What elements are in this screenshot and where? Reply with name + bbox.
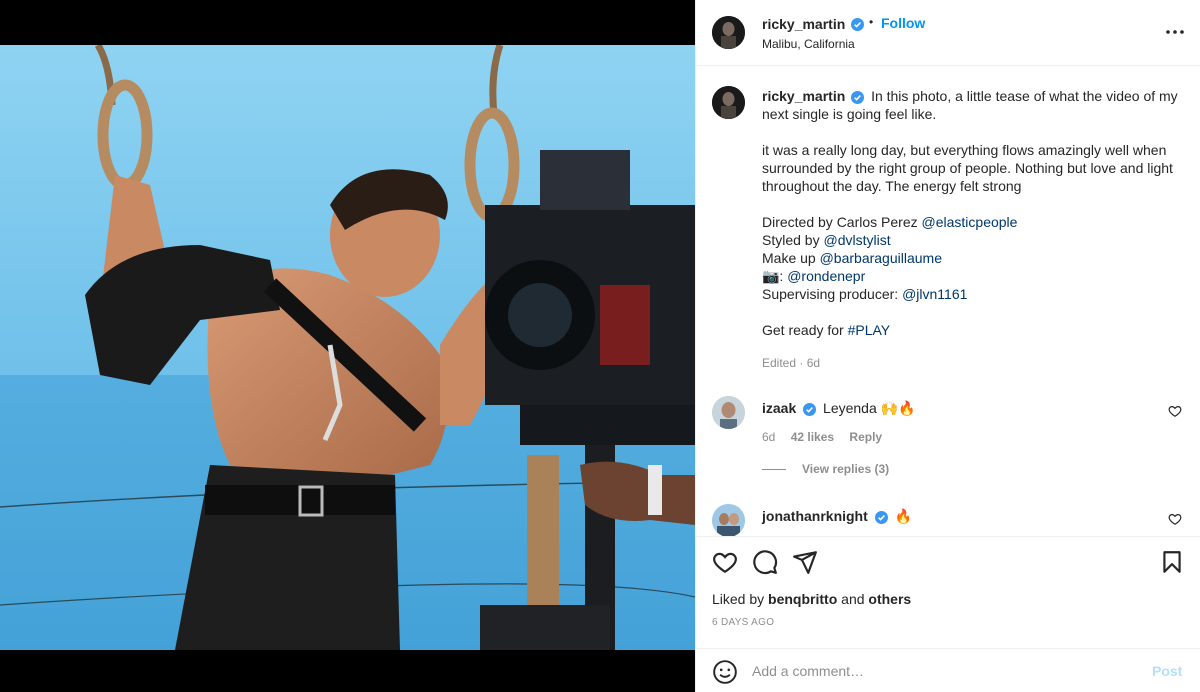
caption-author-avatar[interactable] bbox=[712, 86, 745, 119]
post-side-panel: ricky_martin • Follow Malibu, California… bbox=[695, 0, 1200, 692]
post-actions: Liked by benqbritto and others 6 DAYS AG… bbox=[696, 536, 1200, 656]
comment-body: 🔥 bbox=[894, 508, 912, 524]
media-letterbox-top bbox=[0, 0, 695, 45]
separator-dot: • bbox=[869, 15, 874, 29]
more-options-icon[interactable] bbox=[1164, 24, 1186, 40]
caption-closing: Get ready for #PLAY bbox=[762, 322, 891, 338]
credit-line: Supervising producer: @jlvn1161 bbox=[762, 286, 968, 302]
post-timestamp: 6 DAYS AGO bbox=[712, 617, 775, 628]
post-comment-button[interactable]: Post bbox=[1152, 663, 1182, 679]
heart-icon[interactable] bbox=[712, 549, 738, 575]
comment-meta: 6d 42 likes Reply bbox=[762, 430, 894, 444]
comment-input[interactable] bbox=[752, 659, 1142, 683]
verified-badge-icon bbox=[803, 402, 817, 416]
caption-paragraph-2: it was a really long day, but everything… bbox=[762, 142, 1173, 194]
verified-badge-icon bbox=[851, 90, 865, 104]
caption-author-username[interactable]: ricky_martin bbox=[762, 88, 845, 104]
share-icon[interactable] bbox=[792, 549, 818, 575]
verified-badge-icon bbox=[851, 18, 864, 31]
credit-line: Make up @barbaraguillaume bbox=[762, 250, 942, 266]
credit-line: Styled by @dvlstylist bbox=[762, 232, 891, 248]
follow-button[interactable]: Follow bbox=[881, 15, 925, 31]
verified-badge-icon bbox=[874, 510, 888, 524]
caption-text: ricky_martin In this photo, a little tea… bbox=[762, 87, 1182, 339]
comment-text: jonathanrknight 🔥 bbox=[762, 508, 912, 525]
hashtag-link[interactable]: #PLAY bbox=[848, 322, 891, 338]
comment-body: Leyenda 🙌🔥 bbox=[823, 400, 916, 416]
comment-text: izaak Leyenda 🙌🔥 bbox=[762, 400, 916, 417]
mention-link[interactable]: @elasticpeople bbox=[922, 214, 1018, 230]
commenter-username[interactable]: jonathanrknight bbox=[762, 508, 868, 524]
comment-likes[interactable]: 42 likes bbox=[791, 430, 834, 444]
replies-divider bbox=[762, 469, 786, 471]
post-modal: ricky_martin • Follow Malibu, California… bbox=[0, 0, 1200, 692]
media-letterbox-bottom bbox=[0, 650, 695, 692]
comment-icon[interactable] bbox=[752, 549, 778, 575]
credit-line: 📷: @rondenepr bbox=[762, 268, 866, 284]
mention-link[interactable]: @rondenepr bbox=[787, 268, 865, 284]
comment-age: 6d bbox=[762, 430, 776, 444]
edited-timestamp: Edited · 6d bbox=[762, 356, 821, 370]
view-replies-button[interactable]: View replies (3) bbox=[762, 462, 889, 476]
credit-line: Directed by Carlos Perez @elasticpeople bbox=[762, 214, 1018, 230]
author-avatar[interactable] bbox=[712, 16, 745, 49]
liked-by-user[interactable]: benqbritto bbox=[768, 591, 837, 607]
mention-link[interactable]: @jlvn1161 bbox=[902, 286, 967, 302]
add-comment-bar: Post bbox=[696, 648, 1200, 692]
post-location[interactable]: Malibu, California bbox=[762, 37, 855, 51]
comment-like-heart-icon[interactable] bbox=[1168, 512, 1182, 526]
bookmark-icon[interactable] bbox=[1159, 549, 1185, 575]
liked-by-line: Liked by benqbritto and others bbox=[712, 591, 912, 607]
liked-by-others[interactable]: others bbox=[868, 591, 911, 607]
mention-link[interactable]: @barbaraguillaume bbox=[820, 250, 942, 266]
post-photo[interactable] bbox=[0, 45, 695, 650]
commenter-username[interactable]: izaak bbox=[762, 400, 796, 416]
mention-link[interactable]: @dvlstylist bbox=[823, 232, 890, 248]
commenter-avatar[interactable] bbox=[712, 504, 745, 537]
reply-button[interactable]: Reply bbox=[849, 430, 882, 444]
post-media[interactable] bbox=[0, 0, 695, 692]
emoji-icon[interactable] bbox=[712, 659, 738, 685]
author-username[interactable]: ricky_martin bbox=[762, 16, 845, 32]
comment-like-heart-icon[interactable] bbox=[1168, 404, 1182, 418]
commenter-avatar[interactable] bbox=[712, 396, 745, 429]
post-header: ricky_martin • Follow Malibu, California bbox=[696, 0, 1200, 66]
